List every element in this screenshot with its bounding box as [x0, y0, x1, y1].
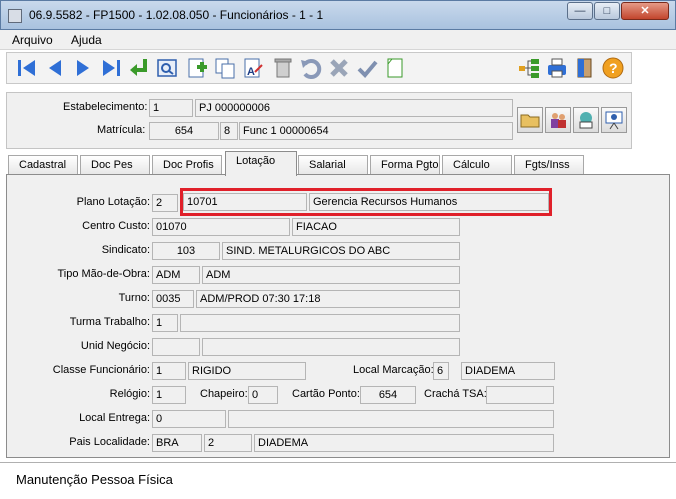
previous-record-icon[interactable]	[43, 56, 67, 80]
blank-document-icon[interactable]	[383, 56, 407, 80]
tipo-mao-obra-name-field: ADM	[202, 266, 460, 284]
close-button[interactable]: ✕	[621, 2, 669, 20]
menu-arquivo[interactable]: Arquivo	[12, 33, 53, 47]
people-icon[interactable]	[545, 107, 571, 133]
relogio-field[interactable]: 1	[152, 386, 186, 404]
folder-icon[interactable]	[517, 107, 543, 133]
help-icon[interactable]: ?	[601, 56, 625, 80]
estabelecimento-code-field[interactable]: 1	[149, 99, 193, 117]
tipo-mao-obra-code-field[interactable]: ADM	[152, 266, 200, 284]
chapeiro-field[interactable]: 0	[248, 386, 278, 404]
sindicato-code-field[interactable]: 103	[152, 242, 220, 260]
svg-text:A: A	[247, 66, 255, 78]
confirm-icon[interactable]	[355, 56, 379, 80]
classe-funcionario-label: Classe Funcionário:	[52, 364, 150, 376]
turno-code-field[interactable]: 0035	[152, 290, 194, 308]
pais-localidade-label: Pais Localidade:	[69, 436, 150, 448]
maximize-button[interactable]: □	[594, 2, 620, 20]
centro-custo-label: Centro Custo:	[82, 220, 150, 232]
local-marcacao-name-field: DIADEMA	[461, 362, 555, 380]
local-entrega-name-field	[228, 410, 554, 428]
cancel-icon[interactable]	[327, 56, 351, 80]
toolbar: A ?	[6, 52, 632, 84]
tree-icon[interactable]	[517, 56, 541, 80]
svg-text:?: ?	[609, 60, 618, 76]
turno-name-field: ADM/PROD 07:30 17:18	[196, 290, 460, 308]
delete-icon[interactable]	[271, 56, 295, 80]
chapeiro-label: Chapeiro:	[200, 388, 248, 400]
tab-salarial[interactable]: Salarial	[298, 155, 368, 175]
matricula-digit-field: 8	[220, 122, 238, 140]
turma-trabalho-name-field	[180, 314, 460, 332]
first-record-icon[interactable]	[15, 56, 39, 80]
matricula-name-field: Func 1 00000654	[239, 122, 513, 140]
cartao-ponto-label: Cartão Ponto:	[292, 388, 360, 400]
next-record-icon[interactable]	[71, 56, 95, 80]
app-icon	[8, 9, 22, 23]
tab-fgts-inss[interactable]: Fgts/Inss	[514, 155, 584, 175]
turma-trabalho-label: Turma Trabalho:	[69, 316, 150, 328]
turno-label: Turno:	[118, 292, 150, 304]
undo-icon[interactable]	[299, 56, 323, 80]
exit-icon[interactable]	[573, 56, 597, 80]
sindicato-name-field: SIND. METALURGICOS DO ABC	[222, 242, 460, 260]
status-bar: Manutenção Pessoa Física	[0, 462, 676, 499]
tab-cadastral[interactable]: Cadastral	[8, 155, 78, 175]
presentation-icon[interactable]	[601, 107, 627, 133]
centro-custo-code-field[interactable]: 01070	[152, 218, 290, 236]
window-title: 06.9.5582 - FP1500 - 1.02.08.050 - Funci…	[29, 8, 324, 22]
tab-calculo[interactable]: Cálculo	[442, 155, 512, 175]
local-entrega-code-field[interactable]: 0	[152, 410, 226, 428]
copy-icon[interactable]	[213, 56, 237, 80]
estabelecimento-label: Estabelecimento:	[63, 101, 148, 113]
menu-ajuda[interactable]: Ajuda	[71, 33, 102, 47]
local-marcacao-code-field[interactable]: 6	[433, 362, 449, 380]
estabelecimento-name-field: PJ 000000006	[195, 99, 513, 117]
localidade-name-field: DIADEMA	[254, 434, 554, 452]
tab-forma-pgto[interactable]: Forma Pgto	[370, 155, 440, 175]
cartao-ponto-field[interactable]: 654	[360, 386, 416, 404]
tipo-mao-obra-label: Tipo Mão-de-Obra:	[57, 268, 150, 280]
classe-funcionario-code-field[interactable]: 1	[152, 362, 186, 380]
classe-funcionario-name-field: RIGIDO	[188, 362, 306, 380]
title-bar: 06.9.5582 - FP1500 - 1.02.08.050 - Funci…	[0, 0, 676, 30]
edit-icon[interactable]: A	[241, 56, 265, 80]
highlight-box	[180, 188, 552, 216]
person-document-icon[interactable]	[573, 107, 599, 133]
status-text: Manutenção Pessoa Física	[16, 472, 173, 487]
print-icon[interactable]	[545, 56, 569, 80]
matricula-label: Matrícula:	[97, 124, 146, 136]
centro-custo-name-field: FIACAO	[292, 218, 460, 236]
local-entrega-label: Local Entrega:	[79, 412, 150, 424]
search-icon[interactable]	[155, 56, 179, 80]
cracha-tsa-label: Crachá TSA:	[424, 388, 487, 400]
turma-trabalho-field[interactable]: 1	[152, 314, 178, 332]
header-panel: Estabelecimento: 1 PJ 000000006 Matrícul…	[6, 92, 632, 149]
cracha-tsa-field[interactable]	[486, 386, 554, 404]
unid-negocio-name-field	[202, 338, 460, 356]
unid-negocio-label: Unid Negócio:	[80, 340, 150, 352]
new-record-icon[interactable]	[185, 56, 209, 80]
localidade-code-field[interactable]: 2	[204, 434, 252, 452]
sindicato-label: Sindicato:	[101, 244, 150, 256]
tab-doc-profis[interactable]: Doc Profis	[152, 155, 222, 175]
menu-bar: Arquivo Ajuda	[0, 30, 676, 50]
relogio-label: Relógio:	[109, 388, 150, 400]
pais-code-field[interactable]: BRA	[152, 434, 202, 452]
local-marcacao-label: Local Marcação:	[353, 364, 434, 376]
plano-lotacao-label: Plano Lotação:	[76, 196, 150, 208]
tab-lotacao[interactable]: Lotação	[225, 151, 297, 176]
tab-doc-pes[interactable]: Doc Pes	[80, 155, 150, 175]
plano-lotacao-field[interactable]: 2	[152, 194, 178, 212]
minimize-button[interactable]: —	[567, 2, 593, 20]
unid-negocio-field[interactable]	[152, 338, 200, 356]
last-record-icon[interactable]	[99, 56, 123, 80]
goto-icon[interactable]	[127, 56, 151, 80]
matricula-field[interactable]: 654	[149, 122, 219, 140]
